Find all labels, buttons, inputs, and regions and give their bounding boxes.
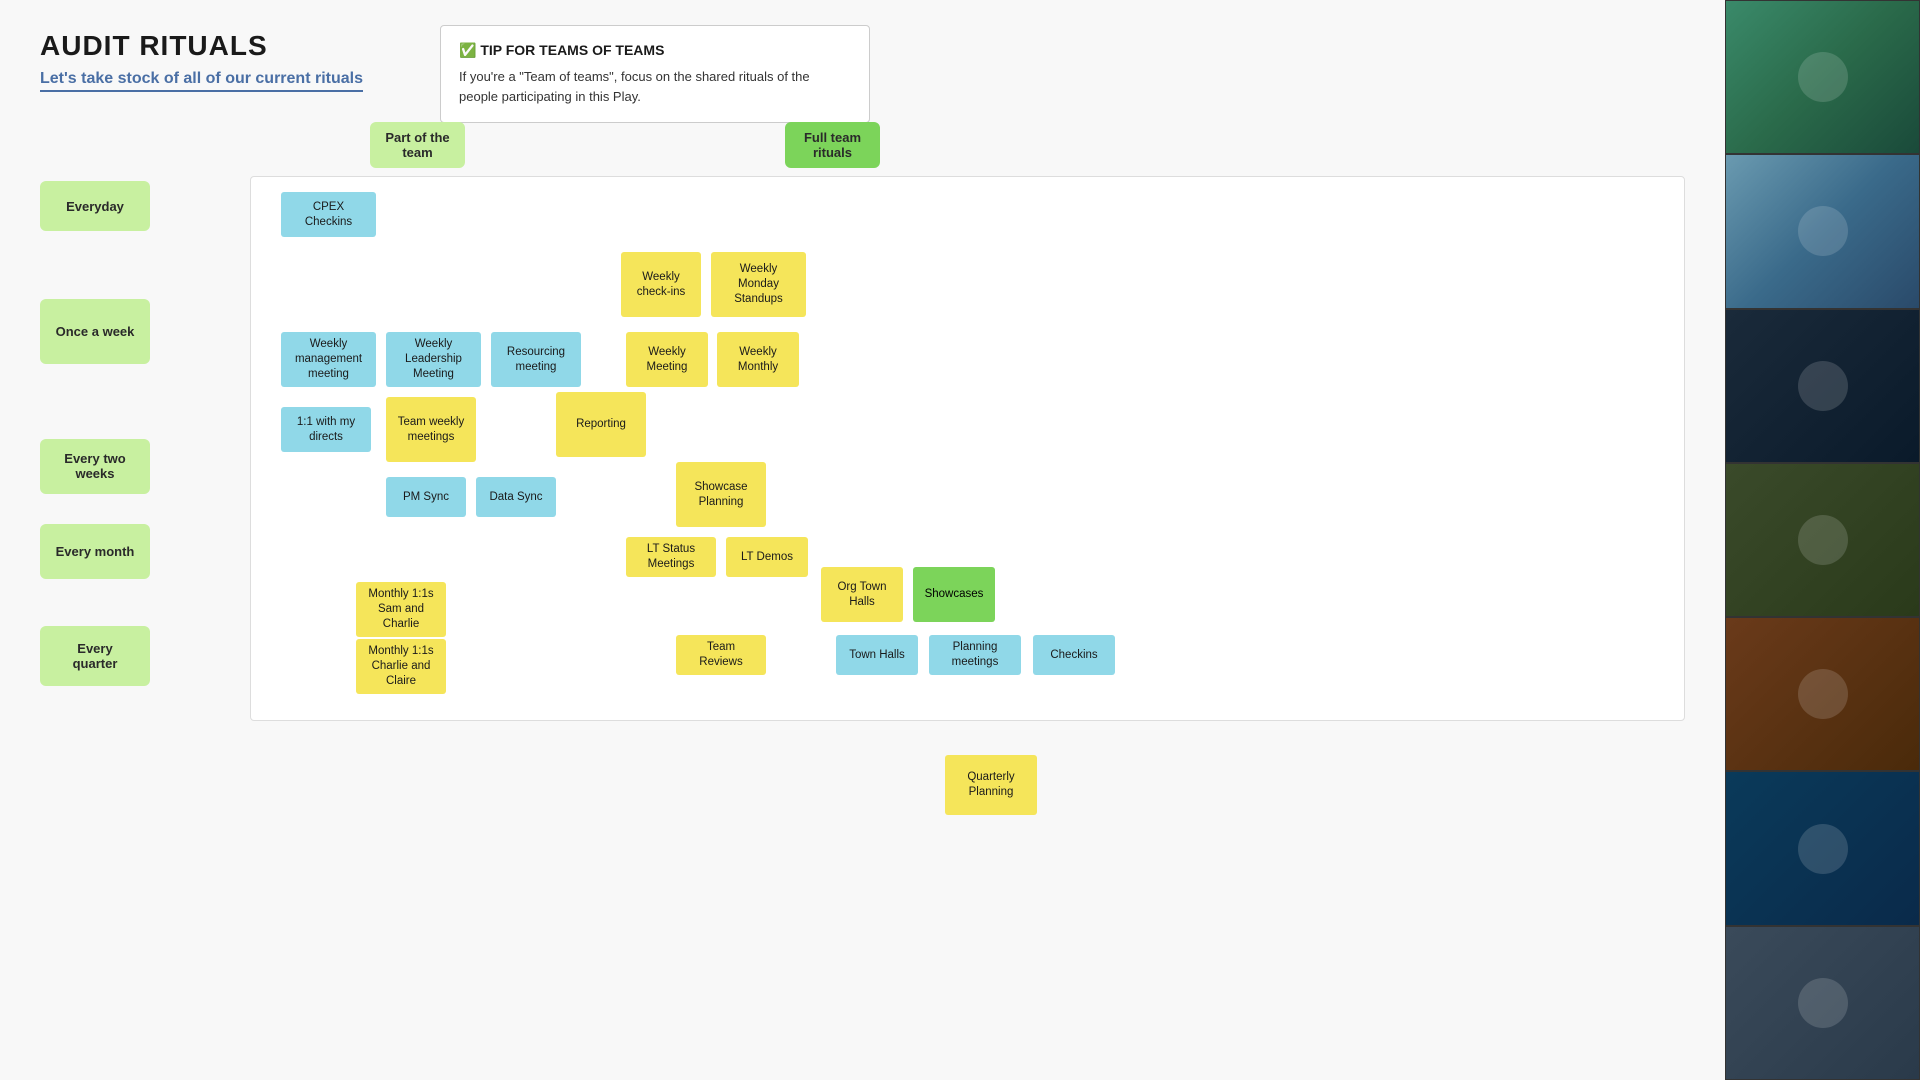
sticky-showcase-planning[interactable]: Showcase Planning [676, 462, 766, 527]
video-tile-6 [1725, 771, 1920, 925]
sticky-team-weekly-meetings[interactable]: Team weekly meetings [386, 397, 476, 462]
sticky-1-1-with-directs[interactable]: 1:1 with my directs [281, 407, 371, 452]
video-tile-4 [1725, 463, 1920, 617]
row-label-once-a-week: Once a week [40, 299, 150, 364]
row-spacer-month: Every month [40, 516, 250, 586]
sticky-cpex-checkins[interactable]: CPEX Checkins [281, 192, 376, 237]
person-silhouette-3 [1798, 361, 1848, 411]
tip-body: If you're a "Team of teams", focus on th… [459, 67, 851, 106]
sticky-reporting[interactable]: Reporting [556, 392, 646, 457]
tip-icon: ✅ [459, 42, 476, 58]
col-label-part-of-team: Part of the team [370, 122, 465, 168]
video-tile-2 [1725, 154, 1920, 308]
person-silhouette-4 [1798, 515, 1848, 565]
sticky-town-halls[interactable]: Town Halls [836, 635, 918, 675]
sticky-pm-sync[interactable]: PM Sync [386, 477, 466, 517]
person-silhouette-5 [1798, 669, 1848, 719]
row-spacer-everyday: Everyday [40, 176, 250, 236]
sticky-monthly-1-1-charlie-claire[interactable]: Monthly 1:1s Charlie and Claire [356, 639, 446, 694]
grid-container: CPEX Checkins Weekly check-ins Weekly Mo… [250, 176, 1685, 721]
person-silhouette-6 [1798, 824, 1848, 874]
row-label-every-month: Every month [40, 524, 150, 579]
person-silhouette-7 [1798, 978, 1848, 1028]
tip-title: ✅ TIP FOR TEAMS OF TEAMS [459, 42, 851, 59]
sticky-lt-status-meetings[interactable]: LT Status Meetings [626, 537, 716, 577]
person-silhouette-1 [1798, 52, 1848, 102]
main-content: AUDIT RITUALS Let's take stock of all of… [0, 0, 1725, 1080]
sticky-weekly-monthly[interactable]: Weekly Monthly [717, 332, 799, 387]
row-spacer-once: Once a week [40, 246, 250, 416]
sticky-org-town-halls[interactable]: Org Town Halls [821, 567, 903, 622]
video-tile-1 [1725, 0, 1920, 154]
sticky-team-reviews[interactable]: Team Reviews [676, 635, 766, 675]
sticky-monthly-1-1-sam-charlie[interactable]: Monthly 1:1s Sam and Charlie [356, 582, 446, 637]
sticky-data-sync[interactable]: Data Sync [476, 477, 556, 517]
sticky-weekly-leadership-meeting[interactable]: Weekly Leadership Meeting [386, 332, 481, 387]
row-label-everyday: Everyday [40, 181, 150, 231]
column-labels: Part of the team Full team rituals [250, 122, 1685, 168]
video-tile-7 [1725, 926, 1920, 1080]
page-subtitle: Let's take stock of all of our current r… [40, 70, 363, 92]
row-label-every-quarter: Every quarter [40, 626, 150, 686]
row-spacer-quarter: Every quarter [40, 596, 250, 716]
sticky-weekly-management-meeting[interactable]: Weekly management meeting [281, 332, 376, 387]
tip-title-text: TIP FOR TEAMS OF TEAMS [480, 42, 664, 58]
row-labels: Everyday Once a week Every two weeks Eve… [40, 176, 250, 721]
board-area: Everyday Once a week Every two weeks Eve… [40, 176, 1685, 721]
tip-box: ✅ TIP FOR TEAMS OF TEAMS If you're a "Te… [440, 25, 870, 123]
right-panel [1725, 0, 1920, 1080]
person-silhouette-2 [1798, 206, 1848, 256]
sticky-quarterly-planning[interactable]: Quarterly Planning [945, 755, 1037, 815]
sticky-weekly-monday-standups[interactable]: Weekly Monday Standups [711, 252, 806, 317]
sticky-planning-meetings[interactable]: Planning meetings [929, 635, 1021, 675]
sticky-resourcing-meeting[interactable]: Resourcing meeting [491, 332, 581, 387]
col-label-full-team: Full team rituals [785, 122, 880, 168]
sticky-lt-demos[interactable]: LT Demos [726, 537, 808, 577]
video-tile-3 [1725, 309, 1920, 463]
sticky-weekly-checkins[interactable]: Weekly check-ins [621, 252, 701, 317]
row-label-every-two-weeks: Every two weeks [40, 439, 150, 494]
sticky-showcases[interactable]: Showcases [913, 567, 995, 622]
video-tile-5 [1725, 617, 1920, 771]
sticky-weekly-meeting[interactable]: Weekly Meeting [626, 332, 708, 387]
row-spacer-two-weeks: Every two weeks [40, 426, 250, 506]
sticky-checkins[interactable]: Checkins [1033, 635, 1115, 675]
